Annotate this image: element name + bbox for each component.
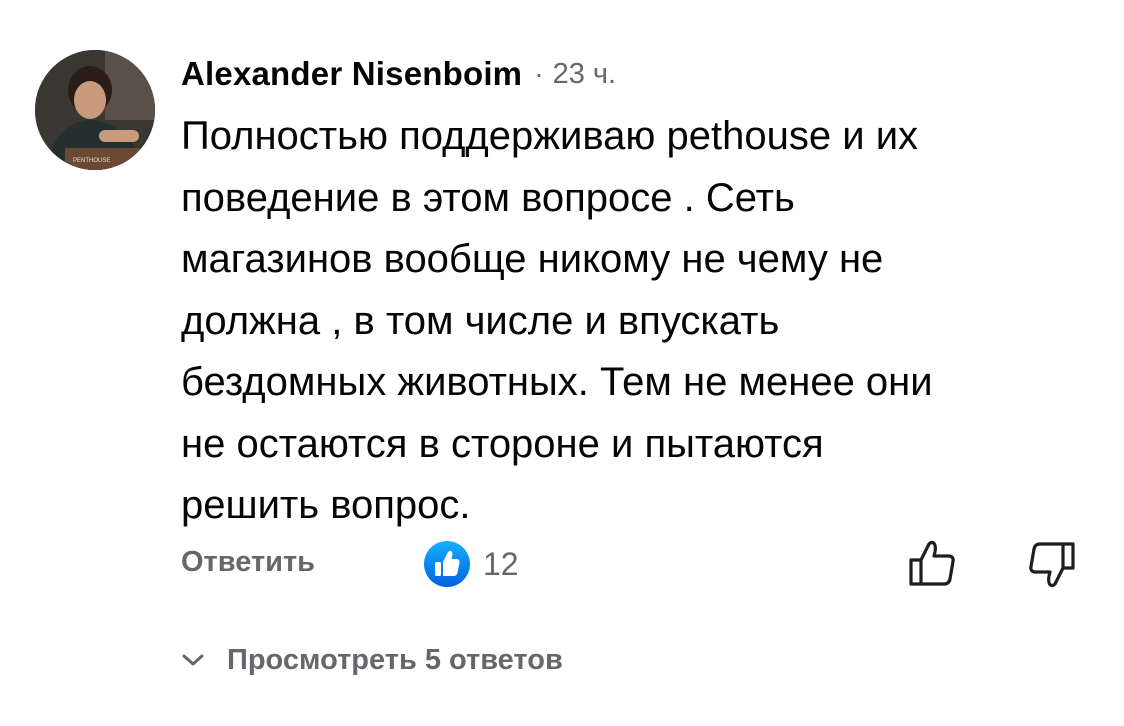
like-reaction-icon bbox=[424, 541, 470, 587]
dislike-button[interactable] bbox=[1026, 538, 1078, 590]
timestamp[interactable]: 23 ч. bbox=[553, 58, 616, 91]
comment-header: Alexander Nisenboim · 23 ч. bbox=[181, 52, 616, 96]
reaction-count: 12 bbox=[483, 545, 519, 582]
chevron-down-icon bbox=[182, 654, 204, 666]
thumbs-up-icon bbox=[909, 540, 955, 586]
separator-dot: · bbox=[534, 58, 544, 89]
view-replies-label: Просмотреть 5 ответов bbox=[227, 643, 563, 676]
reply-button[interactable]: Ответить bbox=[181, 546, 315, 579]
thumbs-down-icon bbox=[1029, 542, 1075, 588]
view-replies-button[interactable]: Просмотреть 5 ответов bbox=[181, 638, 563, 682]
like-button[interactable] bbox=[906, 538, 958, 590]
reaction-summary[interactable]: 12 bbox=[423, 540, 519, 588]
avatar-photo: PENTHOUSE bbox=[35, 50, 155, 170]
avatar-watermark: PENTHOUSE bbox=[73, 158, 110, 164]
comment-text: Полностью поддерживаю pethouse и их пове… bbox=[181, 114, 933, 527]
author-name[interactable]: Alexander Nisenboim bbox=[181, 55, 522, 93]
avatar[interactable]: PENTHOUSE bbox=[35, 50, 155, 170]
